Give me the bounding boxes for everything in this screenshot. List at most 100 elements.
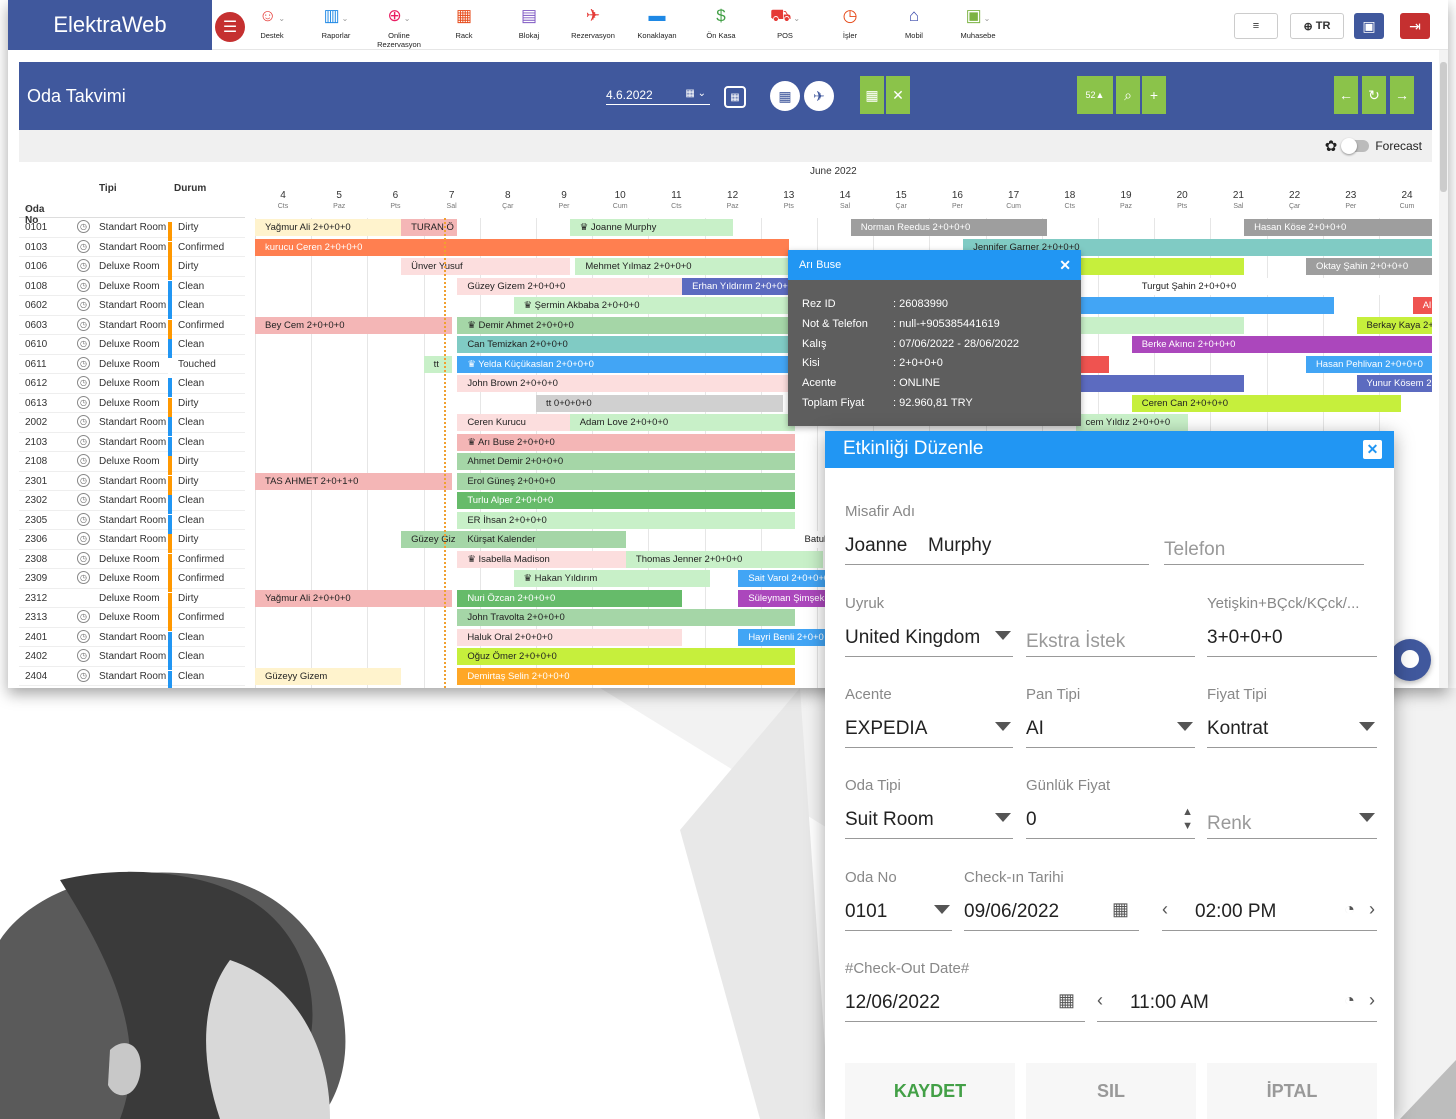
reservation-bar[interactable]: tt [423, 355, 452, 373]
reservation-bar[interactable]: ♛ Hakan Yıldırım [513, 570, 711, 587]
reservation-bar[interactable] [1075, 375, 1245, 392]
reservation-bar[interactable]: Erol Güneş 2+0+0+0 [457, 472, 795, 490]
agency-select[interactable]: Acente EXPEDIA [845, 686, 1013, 748]
reservation-bar[interactable]: Can Temizkan 2+0+0+0 [457, 336, 795, 353]
reservation-bar[interactable]: TAS AHMET 2+0+1+0 [255, 472, 452, 490]
reservation-bar[interactable]: Ünver Yusuf [401, 258, 570, 275]
clock-icon[interactable]: ◷ [77, 278, 90, 292]
chat-button[interactable] [1389, 639, 1431, 681]
room-row[interactable]: 2401 ◷ Standart Room Clean [19, 628, 245, 651]
phone-field[interactable]: Telefon [1164, 503, 1364, 565]
reservation-bar[interactable]: Ahmet Demir 2+0+0+0 [457, 453, 795, 470]
nav-4[interactable]: ▤ Blokaj [497, 6, 561, 40]
reservation-bar[interactable]: Turlu Alper 2+0+0+0 [457, 492, 795, 509]
reservation-bar[interactable]: Thomas Jenner 2+0+0+0 [625, 550, 823, 568]
reservation-bar[interactable]: Ceren Kurucu [457, 414, 570, 431]
reservation-bar[interactable]: Batuha [794, 531, 829, 548]
clock-icon[interactable]: ◷ [77, 493, 90, 506]
chevron-left-icon[interactable]: ‹ [1097, 990, 1103, 1011]
reservation-bar[interactable]: Sait Varol 2+0+0+0 [738, 570, 829, 587]
reservation-bar[interactable]: Ceren Can 2+0+0+0 [1131, 394, 1402, 412]
chevron-right-icon[interactable]: › [1369, 899, 1375, 920]
reservation-bar[interactable]: Turgut Şahin 2+0+0+0 [1131, 277, 1432, 295]
reservation-bar[interactable]: Al [1412, 297, 1432, 314]
nav-5[interactable]: ✈ Rezervasyon [561, 6, 625, 40]
clock-icon[interactable]: ◷ [77, 532, 90, 545]
reservation-bar[interactable]: Adam Love 2+0+0+0 [569, 414, 795, 431]
nationality-select[interactable]: Uyruk United Kingdom [845, 595, 1013, 657]
daily-price-field[interactable]: Günlük Fiyat 0 ▲ ▼ [1026, 777, 1195, 839]
reservation-bar[interactable]: Süleyman Şimşek [738, 589, 829, 607]
refresh-button[interactable]: ↻ [1362, 76, 1386, 114]
cancel-button[interactable]: İPTAL [1207, 1063, 1377, 1119]
nav-6[interactable]: ▬ Konaklayan [625, 6, 689, 40]
reservation-bar[interactable]: tt 0+0+0+0 [536, 394, 784, 412]
checkin-date-field[interactable]: Check-ın Tarihi 09/06/2022 ▦ [964, 869, 1139, 931]
checkin-time-field[interactable]: ‹ 02:00 PM ◔ › [1162, 869, 1377, 931]
nav-1[interactable]: ▥ ⌄ Raporlar [304, 6, 368, 40]
nav-10[interactable]: ⌂ Mobil [882, 6, 946, 40]
reservation-bar[interactable]: Berke Akıncı 2+0+0+0 [1131, 336, 1432, 353]
calendar-view-button[interactable]: ▦ [770, 81, 800, 111]
reservation-bar[interactable] [1075, 258, 1245, 275]
clock-icon[interactable]: ◷ [77, 454, 90, 467]
next-button[interactable]: → [1390, 76, 1414, 114]
clock-icon[interactable]: ◷ [77, 317, 90, 331]
reservation-bar[interactable]: Kürşat Kalender [457, 531, 626, 548]
reservation-bar[interactable]: ♛ Yelda Küçükaslan 2+0+0+0 [457, 355, 795, 373]
nav-2[interactable]: ⊕ ⌄ Online Rezervasyon [367, 6, 431, 49]
date-picker[interactable]: 4.6.2022 ▦ ⌄ [606, 88, 710, 105]
reservation-bar[interactable]: ♛ Şermin Akbaba 2+0+0+0 [513, 297, 795, 314]
reservation-bar[interactable]: cem Yıldız 2+0+0+0 [1075, 414, 1188, 431]
clock-icon[interactable]: ◷ [77, 473, 90, 487]
reservation-bar[interactable]: kurucu Ceren 2+0+0+0 [255, 238, 789, 256]
logout-button[interactable]: ⇥ [1400, 13, 1430, 39]
clock-icon[interactable]: ◷ [77, 337, 90, 350]
nav-11[interactable]: ▣ ⌄ Muhasebe [946, 6, 1010, 40]
pax-field[interactable]: Yetişkin+BÇck/KÇck/... 3+0+0+0 [1207, 595, 1377, 657]
filter-button[interactable]: ≡ [1234, 13, 1278, 39]
clock-icon[interactable]: ◷ [77, 629, 90, 643]
room-row[interactable]: 0108 ◷ Deluxe Room Clean [19, 277, 245, 300]
reservation-bar[interactable]: ♛ Isabella Madison [457, 550, 626, 568]
clock-icon[interactable]: ◷ [77, 220, 90, 233]
reservation-bar[interactable]: TURAN Ö [401, 219, 458, 236]
reservation-bar[interactable] [1075, 297, 1335, 314]
housekeeping-button[interactable]: 52 ▲ [1077, 76, 1113, 114]
reservation-bar[interactable]: Yağmur Ali 2+0+0+0 [255, 589, 452, 607]
checkout-time-field[interactable]: ‹ 11:00 AM ◔ › [1097, 960, 1377, 1022]
scrollbar-thumb[interactable] [1440, 62, 1447, 192]
clock-icon[interactable]: ◔ [1344, 899, 1355, 920]
clock-icon[interactable]: ◷ [77, 415, 90, 428]
reservation-bar[interactable]: Bey Cem 2+0+0+0 [255, 316, 452, 334]
room-row[interactable]: 2302 ◷ Standart Room Clean [19, 491, 245, 514]
reservation-bar[interactable]: Demirtaş Selin 2+0+0+0 [457, 667, 795, 685]
calendar-icon[interactable]: ▦ [1058, 990, 1075, 1011]
clock-icon[interactable]: ◷ [77, 356, 90, 370]
clock-icon[interactable]: ◔ [1344, 990, 1355, 1011]
reservation-bar[interactable]: Hasan Köse 2+0+0+0 [1244, 219, 1432, 236]
guest-first-name[interactable]: Joanne [845, 535, 907, 557]
room-row[interactable]: 2103 ◷ Standart Room Clean [19, 433, 245, 456]
room-row[interactable]: 0613 ◷ Deluxe Room Dirty [19, 394, 245, 417]
room-row[interactable]: 2402 ◷ Standart Room Clean [19, 647, 245, 670]
departures-button[interactable]: ✈ [804, 81, 834, 111]
room-row[interactable]: 2306 ◷ Standart Room Dirty [19, 530, 245, 553]
prev-button[interactable]: ← [1334, 76, 1358, 114]
reservation-bar[interactable]: Berkay Kaya 2+ [1356, 316, 1432, 334]
chevron-left-icon[interactable]: ‹ [1162, 899, 1168, 920]
column-type[interactable]: Tipi [99, 183, 117, 194]
room-row[interactable]: 2305 ◷ Standart Room Clean [19, 511, 245, 534]
guest-last-name[interactable]: Murphy [928, 535, 991, 557]
room-row[interactable]: 2308 ◷ Deluxe Room Confirmed [19, 550, 245, 573]
room-no-select[interactable]: Oda No 0101 [845, 869, 952, 931]
reservation-bar[interactable]: John Brown 2+0+0+0 [457, 375, 795, 392]
reservation-bar[interactable] [1075, 316, 1245, 334]
reservation-bar[interactable]: Yunur Kösem 2 [1356, 375, 1432, 392]
nav-7[interactable]: $ Ön Kasa [689, 6, 753, 40]
reservation-bar[interactable]: Oğuz Ömer 2+0+0+0 [457, 648, 795, 665]
settings-icon[interactable]: ✿ [1325, 137, 1338, 155]
reservation-bar[interactable]: Nuri Özcan 2+0+0+0 [457, 589, 683, 607]
room-row[interactable]: 0106 ◷ Deluxe Room Dirty [19, 257, 245, 280]
extra-request-field[interactable]: Ekstra İstek [1026, 595, 1195, 657]
